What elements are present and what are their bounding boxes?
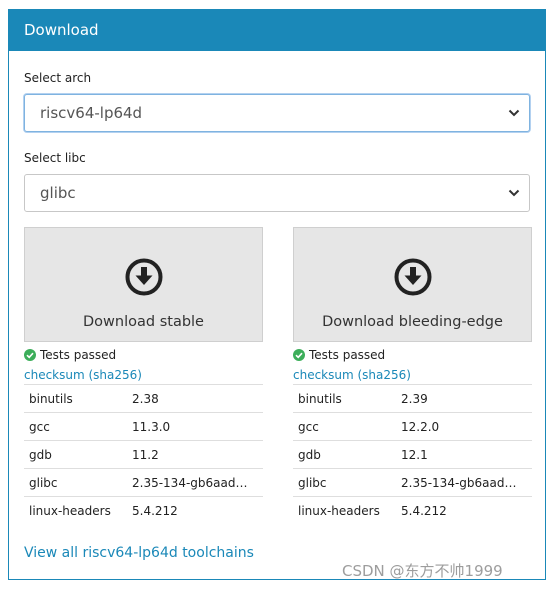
table-row: linux-headers 5.4.212: [24, 496, 263, 525]
stable-column: Download stable Tests passed checksum (s…: [24, 227, 263, 525]
package-version: 11.3.0: [132, 419, 171, 434]
package-version: 11.2: [132, 447, 159, 462]
package-version: 2.35-134-gb6aad…: [401, 475, 517, 490]
bleeding-checksum-link[interactable]: checksum (sha256): [293, 368, 532, 382]
table-row: gcc 12.2.0: [293, 412, 532, 441]
package-version: 12.2.0: [401, 419, 440, 434]
view-all-toolchains-link[interactable]: View all riscv64-lp64d toolchains: [24, 545, 254, 561]
package-name: gcc: [298, 419, 319, 434]
arch-select-value: riscv64-lp64d: [40, 104, 143, 122]
check-circle-icon: [293, 349, 305, 361]
table-row: glibc 2.35-134-gb6aad…: [293, 468, 532, 497]
stable-tests-status: Tests passed: [24, 347, 263, 363]
package-name: binutils: [29, 391, 73, 406]
libc-label: Select libc: [24, 151, 86, 165]
package-version: 2.35-134-gb6aad…: [132, 475, 248, 490]
package-version: 2.38: [132, 391, 159, 406]
panel-body: Select arch riscv64-lp64d Select libc gl…: [9, 51, 545, 580]
download-circle-icon: [394, 258, 432, 296]
table-row: linux-headers 5.4.212: [293, 496, 532, 525]
libc-select[interactable]: glibc: [24, 174, 530, 212]
package-name: gdb: [298, 447, 321, 462]
package-version: 5.4.212: [132, 503, 178, 518]
package-version: 5.4.212: [401, 503, 447, 518]
table-row: binutils 2.39: [293, 384, 532, 413]
package-version: 12.1: [401, 447, 428, 462]
stable-tests-text: Tests passed: [40, 348, 117, 362]
table-row: binutils 2.38: [24, 384, 263, 413]
csdn-watermark: CSDN @东方不帅1999: [342, 562, 503, 580]
download-circle-icon: [125, 258, 163, 296]
download-stable-label: Download stable: [83, 314, 204, 330]
table-row: gdb 11.2: [24, 440, 263, 469]
package-name: glibc: [298, 475, 327, 490]
table-row: gcc 11.3.0: [24, 412, 263, 441]
stable-checksum-link[interactable]: checksum (sha256): [24, 368, 263, 382]
package-name: binutils: [298, 391, 342, 406]
package-name: glibc: [29, 475, 58, 490]
package-name: gcc: [29, 419, 50, 434]
bleeding-versions-table: binutils 2.39 gcc 12.2.0 gdb 12.1 glibc …: [293, 384, 532, 525]
chevron-down-icon: [508, 189, 520, 197]
bleeding-edge-column: Download bleeding-edge Tests passed chec…: [293, 227, 532, 525]
download-bleeding-edge-label: Download bleeding-edge: [322, 314, 503, 330]
download-bleeding-edge-button[interactable]: Download bleeding-edge: [293, 227, 532, 342]
download-stable-button[interactable]: Download stable: [24, 227, 263, 342]
package-name: linux-headers: [298, 503, 380, 518]
panel-title: Download: [9, 10, 545, 51]
stable-versions-table: binutils 2.38 gcc 11.3.0 gdb 11.2 glibc …: [24, 384, 263, 525]
arch-label: Select arch: [24, 71, 92, 85]
package-name: gdb: [29, 447, 52, 462]
package-name: linux-headers: [29, 503, 111, 518]
table-row: glibc 2.35-134-gb6aad…: [24, 468, 263, 497]
table-row: gdb 12.1: [293, 440, 532, 469]
check-circle-icon: [24, 349, 36, 361]
libc-select-value: glibc: [40, 184, 76, 202]
bleeding-tests-status: Tests passed: [293, 347, 532, 363]
chevron-down-icon: [508, 109, 520, 117]
package-version: 2.39: [401, 391, 428, 406]
arch-select[interactable]: riscv64-lp64d: [24, 94, 530, 132]
bleeding-tests-text: Tests passed: [309, 348, 386, 362]
download-panel: Download Select arch riscv64-lp64d Selec…: [8, 9, 546, 580]
